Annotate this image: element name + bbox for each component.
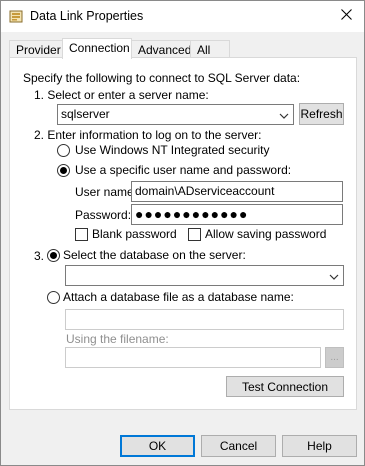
title-bar[interactable]: Data Link Properties [1, 1, 364, 32]
cancel-button[interactable]: Cancel [201, 435, 276, 457]
tab-all[interactable]: All [190, 40, 230, 58]
username-value: domain\ADserviceaccount [135, 184, 275, 198]
browse-button[interactable]: ... [325, 347, 344, 368]
close-button[interactable] [334, 5, 358, 27]
password-field[interactable]: ●●●●●●●●●●●● [131, 204, 343, 225]
allow-saving-password-label: Allow saving password [205, 227, 327, 241]
windows-nt-security-label: Use Windows NT Integrated security [75, 143, 270, 157]
step2-label: 2. Enter information to log on to the se… [34, 128, 262, 142]
specific-user-radio[interactable] [57, 164, 70, 177]
blank-password-checkbox[interactable] [75, 228, 88, 241]
tab-connection[interactable]: Connection [62, 38, 132, 59]
password-label: Password: [75, 208, 132, 222]
attach-database-file-label: Attach a database file as a database nam… [63, 290, 294, 304]
data-link-app-icon [9, 9, 23, 23]
chevron-down-icon[interactable] [329, 271, 339, 281]
specific-user-label: Use a specific user name and password: [75, 163, 292, 177]
ok-button[interactable]: OK [120, 435, 195, 457]
password-value: ●●●●●●●●●●●● [135, 206, 249, 222]
test-connection-button[interactable]: Test Connection [226, 376, 344, 397]
help-button[interactable]: Help [282, 435, 357, 457]
step1-label: 1. Select or enter a server name: [34, 88, 209, 102]
window-title: Data Link Properties [30, 9, 144, 23]
database-combobox[interactable] [65, 265, 344, 286]
attach-database-name-field[interactable] [65, 309, 344, 330]
tab-provider[interactable]: Provider [9, 40, 63, 58]
tab-advanced[interactable]: Advanced [131, 40, 191, 58]
allow-saving-password-checkbox[interactable] [188, 228, 201, 241]
server-name-value: sqlserver [61, 107, 110, 121]
data-link-properties-dialog: Data Link Properties Provider Connection… [0, 0, 365, 466]
server-name-combobox[interactable]: sqlserver [57, 104, 294, 125]
username-label: User name: [75, 185, 138, 199]
intro-text: Specify the following to connect to SQL … [23, 71, 301, 85]
close-icon [340, 9, 352, 23]
username-field[interactable]: domain\ADserviceaccount [131, 181, 343, 202]
filename-field[interactable] [65, 347, 321, 368]
select-database-label: Select the database on the server: [63, 248, 246, 262]
step3-number: 3. [34, 249, 45, 263]
chevron-down-icon[interactable] [279, 110, 289, 120]
blank-password-label: Blank password [92, 227, 177, 241]
attach-database-file-radio[interactable] [47, 291, 60, 304]
refresh-button[interactable]: Refresh [299, 103, 344, 125]
dialog-footer: OK Cancel Help [1, 410, 364, 465]
using-filename-label: Using the filename: [66, 332, 169, 346]
select-database-radio[interactable] [47, 249, 60, 262]
connection-panel: Specify the following to connect to SQL … [9, 57, 357, 410]
windows-nt-security-radio[interactable] [57, 144, 70, 157]
